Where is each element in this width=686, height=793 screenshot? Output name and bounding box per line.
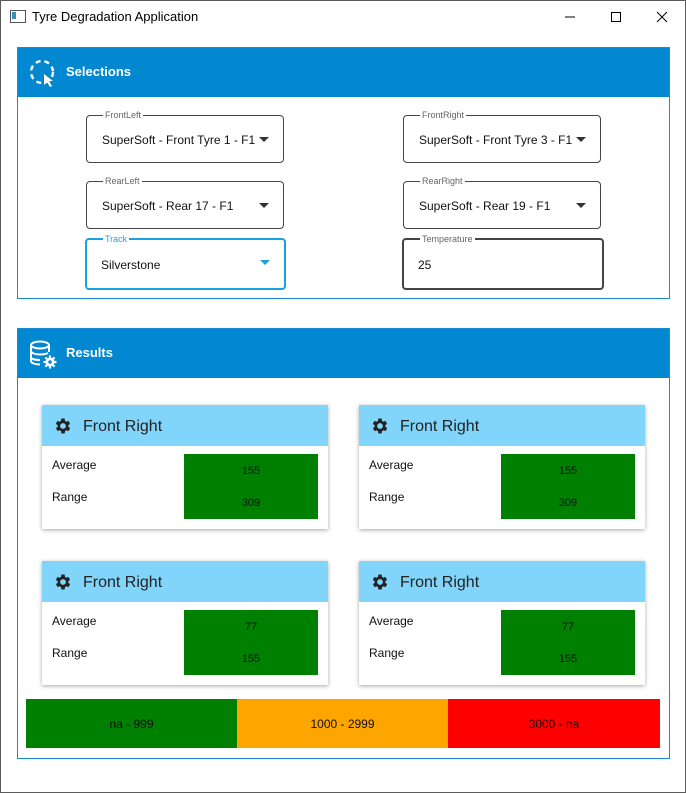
temperature-input[interactable]: Temperature 25 <box>402 233 604 290</box>
maximize-button[interactable] <box>593 1 639 32</box>
front-left-select[interactable]: FrontLeft SuperSoft - Front Tyre 1 - F1 <box>86 109 284 163</box>
chevron-down-icon <box>259 203 269 208</box>
front-right-label: FrontRight <box>420 109 467 121</box>
selections-title: Selections <box>66 64 132 79</box>
chevron-down-icon <box>259 137 269 142</box>
range-label: Range <box>369 490 405 504</box>
results-header: Results <box>18 329 669 378</box>
front-right-select[interactable]: FrontRight SuperSoft - Front Tyre 3 - F1 <box>403 109 601 163</box>
window-title: Tyre Degradation Application <box>32 9 199 24</box>
results-group: Results <box>17 328 670 759</box>
app-icon <box>10 10 26 23</box>
temperature-value: 25 <box>418 258 432 272</box>
close-icon <box>656 11 668 22</box>
chevron-down-icon <box>260 260 270 265</box>
select-cursor-icon <box>29 59 55 87</box>
chevron-down-icon <box>576 203 586 208</box>
card-header: Front Right <box>42 561 328 602</box>
legend-orange: 1000 - 2999 <box>237 699 448 748</box>
range-label: Range <box>52 490 88 504</box>
card-header: Front Right <box>359 405 645 446</box>
gear-icon <box>55 418 71 434</box>
average-value: 77 <box>561 621 575 633</box>
card-title: Front Right <box>400 574 480 591</box>
app-window: Tyre Degradation Application Selections … <box>0 0 686 793</box>
minimize-icon <box>565 16 575 17</box>
average-label: Average <box>52 458 97 472</box>
database-settings-icon <box>30 340 57 369</box>
legend-red: 3000 - na <box>448 699 660 748</box>
gear-icon <box>372 418 388 434</box>
value-box: 155 309 <box>184 454 318 519</box>
average-value: 77 <box>244 621 258 633</box>
card-title: Front Right <box>83 418 163 435</box>
range-label: Range <box>52 646 88 660</box>
average-label: Average <box>369 458 414 472</box>
value-box: 77 155 <box>501 610 635 675</box>
result-card: Front Right Average Range 155 309 <box>42 405 328 529</box>
track-value: Silverstone <box>101 258 161 272</box>
title-bar[interactable]: Tyre Degradation Application <box>1 1 685 32</box>
gear-icon <box>372 574 388 590</box>
chevron-down-icon <box>576 137 586 142</box>
value-box: 155 309 <box>501 454 635 519</box>
rear-left-label: RearLeft <box>103 175 142 187</box>
card-title: Front Right <box>400 418 480 435</box>
front-left-value: SuperSoft - Front Tyre 1 - F1 <box>102 133 256 147</box>
temperature-label: Temperature <box>420 233 475 245</box>
range-value: 309 <box>241 497 261 509</box>
average-value: 155 <box>558 465 578 477</box>
selections-header: Selections <box>18 48 669 97</box>
range-label: Range <box>369 646 405 660</box>
value-box: 77 155 <box>184 610 318 675</box>
result-card: Front Right Average Range 155 309 <box>359 405 645 529</box>
selections-group: Selections FrontLeft SuperSoft - Front T… <box>17 47 670 299</box>
close-button[interactable] <box>639 1 685 32</box>
results-title: Results <box>66 345 113 360</box>
rear-right-select[interactable]: RearRight SuperSoft - Rear 19 - F1 <box>403 175 601 229</box>
gear-icon <box>55 574 71 590</box>
track-select[interactable]: Track Silverstone <box>85 233 286 290</box>
minimize-button[interactable] <box>547 1 593 32</box>
maximize-icon <box>611 11 621 22</box>
range-value: 309 <box>558 497 578 509</box>
legend-bar: na - 999 1000 - 2999 3000 - na <box>26 699 660 748</box>
rear-left-select[interactable]: RearLeft SuperSoft - Rear 17 - F1 <box>86 175 284 229</box>
rear-right-value: SuperSoft - Rear 19 - F1 <box>419 199 551 213</box>
average-label: Average <box>52 614 97 628</box>
average-value: 155 <box>241 465 261 477</box>
card-header: Front Right <box>42 405 328 446</box>
range-value: 155 <box>241 653 261 665</box>
card-title: Front Right <box>83 574 163 591</box>
result-card: Front Right Average Range 77 155 <box>42 561 328 685</box>
track-label: Track <box>103 233 130 245</box>
card-header: Front Right <box>359 561 645 602</box>
range-value: 155 <box>558 653 578 665</box>
front-left-label: FrontLeft <box>103 109 144 121</box>
legend-green: na - 999 <box>26 699 237 748</box>
result-card: Front Right Average Range 77 155 <box>359 561 645 685</box>
front-right-value: SuperSoft - Front Tyre 3 - F1 <box>419 133 573 147</box>
rear-right-label: RearRight <box>420 175 465 187</box>
rear-left-value: SuperSoft - Rear 17 - F1 <box>102 199 234 213</box>
average-label: Average <box>369 614 414 628</box>
